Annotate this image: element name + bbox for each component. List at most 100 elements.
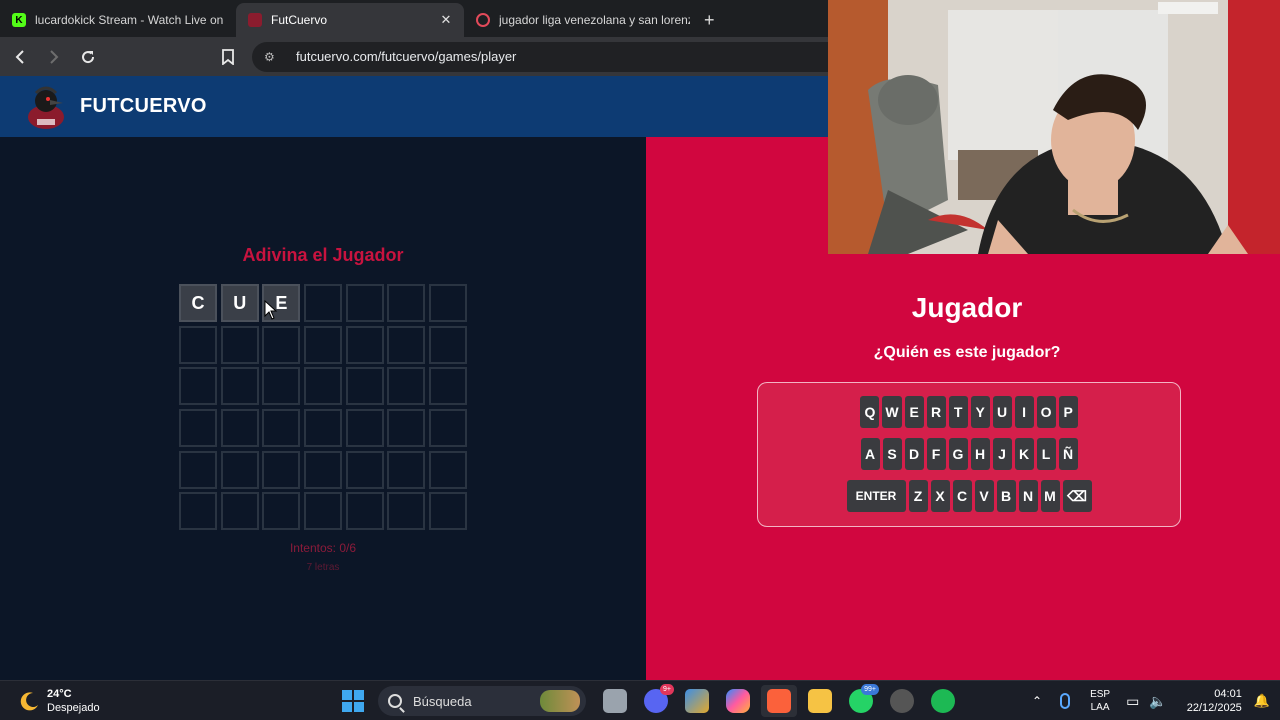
key-b[interactable]: B — [996, 480, 1016, 512]
game-panel: Adivina el Jugador CUE Intentos: 0/6 7 l… — [0, 137, 646, 680]
site-header: FUTCUERVO — [0, 76, 828, 137]
grid-cell — [262, 325, 301, 364]
task-view-icon[interactable] — [603, 689, 627, 713]
key-m[interactable]: M — [1040, 480, 1060, 512]
taskbar-search[interactable]: Búsqueda — [378, 686, 586, 716]
grid-cell — [304, 492, 343, 531]
grid-cell — [262, 367, 301, 406]
key-y[interactable]: Y — [970, 396, 990, 428]
moon-icon — [20, 692, 38, 711]
key-h[interactable]: H — [970, 438, 990, 470]
notification-icon[interactable]: 🔔 — [1254, 693, 1270, 709]
grid-cell — [220, 367, 259, 406]
grid-cell — [387, 284, 426, 322]
enter-key[interactable]: ENTER — [846, 480, 906, 512]
key-k[interactable]: K — [1014, 438, 1034, 470]
system-tray: ⌃ ESP LAA ▭ 🔈 04:01 22/12/2025 🔔 — [1032, 681, 1270, 720]
browser-toolbar: ⚙ futcuervo.com/futcuervo/games/player — [0, 37, 828, 76]
site-brand[interactable]: FUTCUERVO — [80, 95, 207, 118]
grid-cell — [179, 450, 217, 489]
photos-app-icon[interactable] — [685, 689, 709, 713]
tab-kick-stream[interactable]: K lucardokick Stream - Watch Live on K — [0, 3, 236, 37]
key-n[interactable]: N — [1018, 480, 1038, 512]
whatsapp-icon[interactable]: 99+ — [849, 684, 879, 713]
key-g[interactable]: G — [948, 438, 968, 470]
key-o[interactable]: O — [1036, 396, 1056, 428]
grid-cell — [179, 492, 217, 531]
obs-icon[interactable] — [890, 689, 914, 713]
key-l[interactable]: L — [1036, 438, 1056, 470]
file-explorer-icon[interactable] — [808, 689, 832, 713]
grid-cell — [179, 409, 217, 448]
new-tab-button[interactable]: + — [704, 3, 715, 37]
key-u[interactable]: U — [992, 396, 1012, 428]
key-p[interactable]: P — [1058, 396, 1078, 428]
microphone-icon[interactable] — [1060, 693, 1071, 709]
chevron-up-icon[interactable]: ⌃ — [1032, 694, 1042, 708]
bookmark-icon[interactable] — [214, 43, 242, 71]
grid-cell — [387, 367, 426, 406]
weather-widget[interactable]: 24°C Despejado — [18, 687, 100, 715]
grid-cell — [429, 284, 468, 322]
grid-cell — [304, 367, 343, 406]
discord-icon[interactable]: 9+ — [644, 684, 674, 713]
key-t[interactable]: T — [948, 396, 968, 428]
futcuervo-logo[interactable] — [22, 83, 70, 131]
key-j[interactable]: J — [992, 438, 1012, 470]
spotify-icon[interactable] — [931, 689, 955, 713]
grid-cell — [429, 492, 468, 531]
brave-browser-icon[interactable] — [761, 685, 797, 717]
letter-count: 7 letras — [306, 562, 340, 573]
grid-cell — [429, 409, 468, 448]
kick-logo-icon: K — [12, 13, 26, 27]
key-v[interactable]: V — [974, 480, 994, 512]
key-r[interactable]: R — [926, 396, 946, 428]
site-settings-icon[interactable]: ⚙ — [264, 50, 282, 64]
close-tab-icon[interactable]: ✕ — [438, 12, 454, 28]
grid-cell — [262, 409, 301, 448]
key-ñ[interactable]: Ñ — [1058, 438, 1078, 470]
windows-start-icon[interactable] — [341, 689, 365, 713]
key-s[interactable]: S — [882, 438, 902, 470]
webcam-overlay — [828, 0, 1280, 254]
grid-cell — [345, 367, 384, 406]
clock[interactable]: 04:01 22/12/2025 — [1187, 687, 1242, 715]
game-title: Adivina el Jugador — [242, 245, 404, 265]
backspace-key[interactable]: ⌫ — [1062, 480, 1092, 512]
keyboard-row: QWERTYUIOP — [758, 396, 1180, 428]
grid-cell — [179, 367, 217, 406]
taskbar-apps: Búsqueda 9+ 99+ — [341, 684, 955, 717]
screen: K lucardokick Stream - Watch Live on K F… — [0, 0, 1280, 720]
grid-cell — [220, 450, 259, 489]
copilot-icon[interactable] — [726, 689, 750, 713]
key-a[interactable]: A — [860, 438, 880, 470]
network-icon[interactable]: ▭ — [1126, 693, 1139, 710]
forward-icon[interactable] — [40, 43, 68, 71]
back-icon[interactable] — [6, 43, 34, 71]
discord-badge: 9+ — [660, 684, 674, 695]
grid-cell — [262, 450, 301, 489]
grid-cell — [429, 325, 468, 364]
key-e[interactable]: E — [904, 396, 924, 428]
volume-icon[interactable]: 🔈 — [1149, 693, 1166, 710]
grid-cell: C — [179, 284, 217, 322]
key-q[interactable]: Q — [860, 396, 880, 428]
key-z[interactable]: Z — [908, 480, 928, 512]
address-bar[interactable]: ⚙ futcuervo.com/futcuervo/games/player — [252, 41, 828, 72]
key-i[interactable]: I — [1014, 396, 1034, 428]
language-indicator[interactable]: ESP LAA — [1090, 688, 1110, 714]
grid-cell — [345, 284, 384, 322]
tab-search[interactable]: jugador liga venezolana y san lorenz — [464, 3, 700, 37]
tab-title: FutCuervo — [271, 13, 328, 27]
key-c[interactable]: C — [952, 480, 972, 512]
tab-futcuervo[interactable]: FutCuervo ✕ — [236, 3, 464, 37]
tab-title: jugador liga venezolana y san lorenz — [499, 13, 690, 27]
key-w[interactable]: W — [882, 396, 902, 428]
grid-cell — [387, 450, 426, 489]
key-x[interactable]: X — [930, 480, 950, 512]
grid-cell — [345, 409, 384, 448]
reload-icon[interactable] — [74, 43, 102, 71]
key-d[interactable]: D — [904, 438, 924, 470]
key-f[interactable]: F — [926, 438, 946, 470]
on-screen-keyboard: QWERTYUIOP ASDFGHJKLÑ ENTER Z X C V B N M ⌫ — [757, 382, 1181, 527]
